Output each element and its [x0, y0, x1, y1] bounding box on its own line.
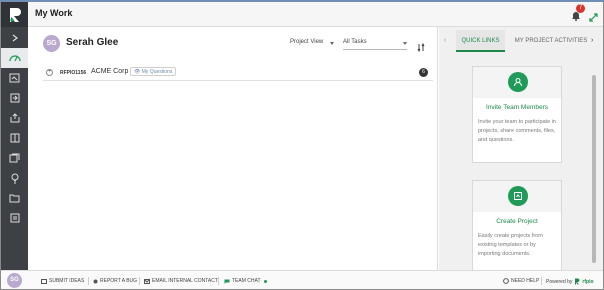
need-help-link[interactable]: NEED HELP [503, 278, 539, 284]
reports-icon[interactable] [1, 208, 28, 228]
help-icon [503, 278, 509, 284]
import-icon[interactable] [1, 88, 28, 108]
left-rail [1, 2, 28, 289]
chevron-down-icon [330, 42, 334, 45]
divider [88, 277, 89, 285]
create-project-card[interactable]: Create Project Easily create projects fr… [472, 180, 562, 275]
document-icon [508, 186, 528, 206]
need-help-label: NEED HELP [511, 278, 540, 284]
tag-label: My Questions [141, 69, 173, 75]
powered-by: Powered by rfpio [546, 278, 594, 285]
powered-by-label: Powered by [546, 278, 573, 285]
card-description: Easily create projects from existing tem… [478, 233, 543, 257]
tasks-select[interactable]: All Tasks [343, 39, 407, 50]
page-title: My Work [35, 8, 73, 18]
view-select-value: Project View [290, 39, 324, 45]
expand-rail-icon[interactable] [1, 28, 28, 48]
user-name: Serah Glee [66, 37, 119, 48]
avatar[interactable]: SG [43, 35, 60, 52]
tab-quick-links[interactable]: QUICK LINKS [456, 30, 505, 52]
content-library-icon[interactable] [1, 68, 28, 88]
notification-badge: 7 [576, 4, 585, 13]
top-bar: My Work 7 [28, 2, 603, 27]
tabs-prev-icon[interactable]: ‹ [444, 37, 446, 44]
tab-my-project-activities[interactable]: MY PROJECT ACTIVITIES [511, 30, 591, 52]
ideas-bulb-icon[interactable] [1, 168, 28, 188]
scrollbar[interactable] [592, 75, 596, 263]
report-bug-label: REPORT A BUG [100, 278, 138, 284]
project-company[interactable]: ACME Corp [91, 68, 128, 75]
submit-ideas-label: SUBMIT IDEAS [49, 278, 85, 284]
book-icon[interactable] [1, 128, 28, 148]
app-window: My Work 7 SG Serah Glee Project View All… [0, 0, 604, 290]
notifications-button[interactable]: 7 [571, 4, 585, 26]
team-chat-label: TEAM CHAT [232, 278, 261, 284]
report-bug-link[interactable]: REPORT A BUG [93, 278, 137, 284]
card-description: Invite your team to participate in proje… [478, 119, 556, 143]
user-icon [508, 72, 528, 92]
card-title[interactable]: Invite Team Members [473, 104, 561, 111]
sort-icon [417, 42, 425, 53]
email-contact-link[interactable]: EMAIL INTERNAL CONTACT [144, 278, 218, 284]
invite-team-card[interactable]: Invite Team Members Invite your team to … [472, 66, 562, 163]
online-status-dot [263, 279, 267, 283]
divider [541, 277, 542, 285]
eye-icon: 👁 [134, 69, 141, 75]
card-header [473, 181, 561, 212]
sort-button[interactable] [417, 39, 426, 57]
documents-icon[interactable] [1, 148, 28, 168]
expand-row-icon[interactable]: + [46, 69, 53, 76]
chevron-down-icon [403, 42, 407, 45]
expand-arrows-icon [589, 13, 598, 22]
ideas-icon [41, 278, 47, 284]
question-count-badge: 6 [419, 68, 428, 77]
export-icon[interactable] [1, 108, 28, 128]
email-contact-label: EMAIL INTERNAL CONTACT [152, 278, 218, 284]
right-panel: ‹ QUICK LINKS MY PROJECT ACTIVITIES › In… [439, 27, 603, 275]
folder-icon[interactable] [1, 188, 28, 208]
expand-button[interactable] [589, 9, 598, 27]
card-header [473, 67, 561, 98]
chat-icon [224, 279, 230, 284]
main-content: SG Serah Glee Project View All Tasks + R… [28, 27, 438, 270]
footer-avatar[interactable]: SG [7, 273, 22, 288]
tabs-next-icon[interactable]: › [591, 37, 593, 44]
mail-icon [144, 278, 150, 284]
select-underline [343, 49, 407, 50]
card-title[interactable]: Create Project [473, 218, 561, 225]
view-select[interactable]: Project View [290, 39, 334, 49]
bug-icon [93, 279, 98, 283]
project-code: RFPIO1156 [60, 70, 87, 76]
app-logo[interactable] [1, 2, 28, 27]
submit-ideas-link[interactable]: SUBMIT IDEAS [41, 278, 84, 284]
my-work-nav-icon[interactable] [1, 48, 28, 68]
footer-bar: SG SUBMIT IDEAS REPORT A BUG EMAIL INTER… [1, 270, 603, 289]
my-questions-tag[interactable]: 👁 My Questions [130, 67, 177, 76]
right-panel-tabs: ‹ QUICK LINKS MY PROJECT ACTIVITIES › [439, 30, 603, 52]
rfpio-logo-icon [9, 7, 21, 22]
tasks-select-value: All Tasks [343, 39, 367, 45]
divider [218, 277, 219, 285]
rfpio-brand-icon [575, 278, 580, 285]
team-chat-link[interactable]: TEAM CHAT [224, 278, 267, 284]
brand-name: rfpio [582, 278, 594, 285]
divider [139, 277, 140, 285]
project-row[interactable]: + RFPIO1156 ACME Corp 👁 My Questions 6 [43, 65, 433, 81]
